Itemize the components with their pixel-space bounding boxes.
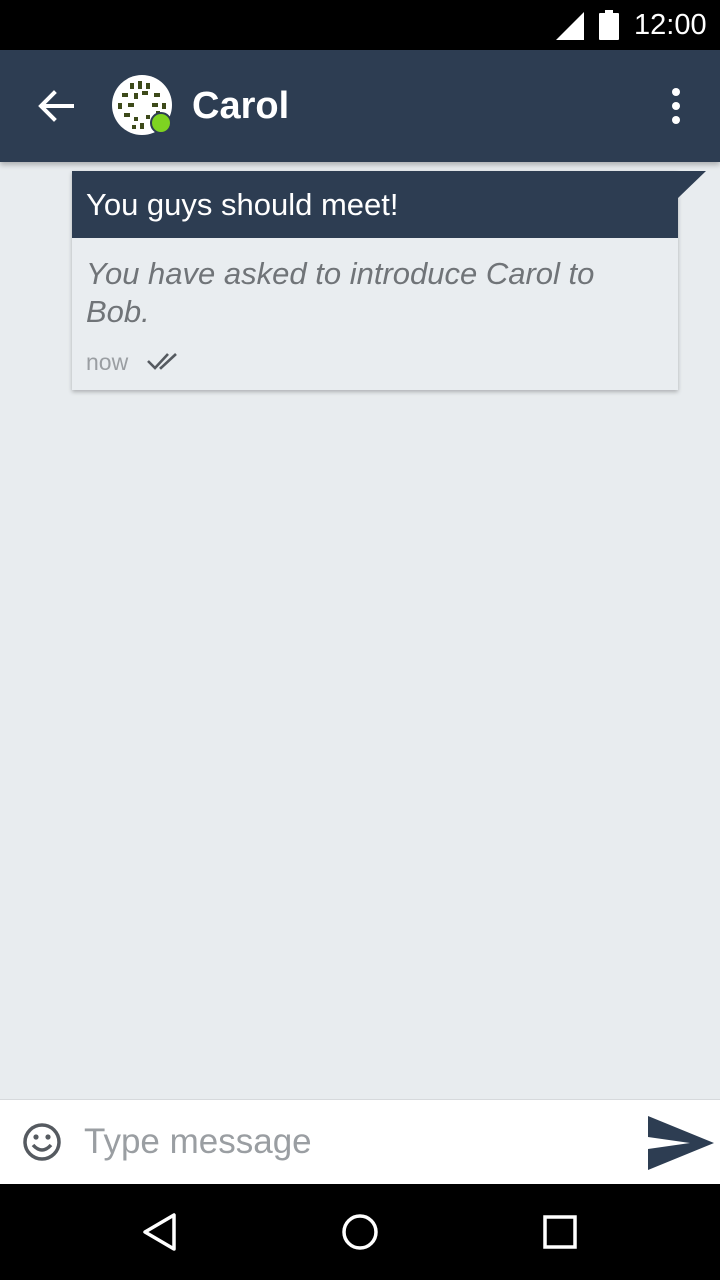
battery-icon: [599, 10, 619, 40]
online-status-dot: [150, 112, 172, 134]
app-bar: Carol: [0, 50, 720, 162]
message-input[interactable]: [84, 1120, 614, 1164]
contact-avatar[interactable]: [112, 75, 172, 135]
signal-icon: [556, 12, 584, 40]
message-bubble-tail: [678, 171, 706, 198]
introduction-message[interactable]: You guys should meet! You have asked to …: [72, 171, 706, 390]
double-check-icon: [147, 353, 177, 370]
emoji-icon[interactable]: [22, 1122, 62, 1162]
status-clock: 12:00: [634, 9, 707, 41]
recents-nav-icon[interactable]: [540, 1212, 580, 1252]
overflow-menu-icon[interactable]: [660, 82, 692, 130]
send-icon[interactable]: [644, 1114, 716, 1172]
message-timestamp: now: [86, 349, 129, 375]
message-header: You guys should meet!: [72, 171, 678, 238]
message-body: You have asked to introduce Carol to Bob…: [86, 256, 595, 329]
back-nav-icon[interactable]: [140, 1212, 180, 1252]
home-nav-icon[interactable]: [340, 1212, 380, 1252]
composer-bar: [0, 1099, 720, 1185]
system-nav-bar: [0, 1184, 720, 1280]
contact-name: Carol: [192, 85, 290, 127]
back-arrow-icon[interactable]: [36, 88, 76, 124]
status-bar: 12:00: [0, 0, 720, 50]
message-header-text: You guys should meet!: [86, 187, 399, 222]
